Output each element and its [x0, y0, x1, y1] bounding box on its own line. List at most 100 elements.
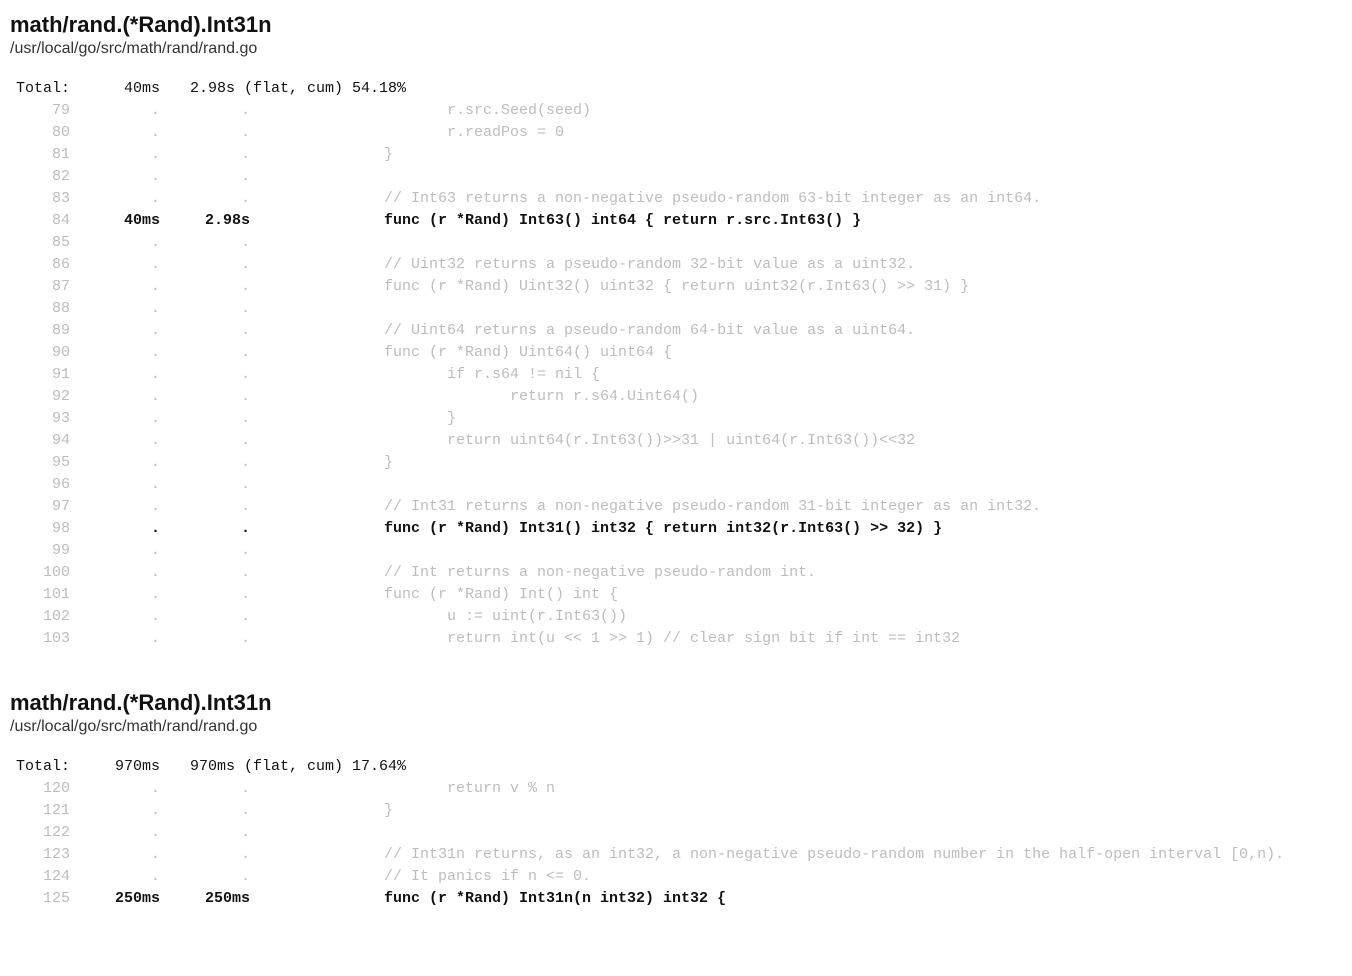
source-code: // Uint32 returns a pseudo-random 32-bit… [250, 254, 915, 276]
source-code: return r.s64.Uint64() [250, 386, 699, 408]
flat-time: 40ms [70, 210, 160, 232]
line-number: 96 [10, 474, 70, 496]
source-code: u := uint(r.Int63()) [250, 606, 627, 628]
source-path: /usr/local/go/src/math/rand/rand.go [10, 40, 1342, 58]
cum-time: . [160, 606, 250, 628]
flat-time: . [70, 606, 160, 628]
line-number: 122 [10, 822, 70, 844]
cum-time: . [160, 778, 250, 800]
source-line: 121.. } [10, 800, 1342, 822]
source-code: // Int31n returns, as an int32, a non-ne… [250, 844, 1284, 866]
source-line: 94.. return uint64(r.Int63())>>31 | uint… [10, 430, 1342, 452]
cum-time: . [160, 822, 250, 844]
source-line: 81.. } [10, 144, 1342, 166]
cum-time: . [160, 584, 250, 606]
source-code: } [250, 408, 456, 430]
total-row: Total:970ms970ms (flat, cum) 17.64% [10, 756, 1342, 778]
cum-time: . [160, 866, 250, 888]
flat-time: . [70, 562, 160, 584]
line-number: 79 [10, 100, 70, 122]
line-number: 92 [10, 386, 70, 408]
source-code: // Int63 returns a non-negative pseudo-r… [250, 188, 1041, 210]
line-number: 101 [10, 584, 70, 606]
line-number: 100 [10, 562, 70, 584]
flat-time: 250ms [70, 888, 160, 910]
total-flat: 970ms [70, 756, 160, 778]
flat-time: . [70, 100, 160, 122]
source-line: 120.. return v % n [10, 778, 1342, 800]
line-number: 91 [10, 364, 70, 386]
source-line: 124.. // It panics if n <= 0. [10, 866, 1342, 888]
cum-time: . [160, 166, 250, 188]
total-row: Total:40ms2.98s (flat, cum) 54.18% [10, 78, 1342, 100]
cum-time: . [160, 452, 250, 474]
line-number: 86 [10, 254, 70, 276]
line-number: 90 [10, 342, 70, 364]
flat-time: . [70, 800, 160, 822]
cum-time: . [160, 188, 250, 210]
source-code: func (r *Rand) Int63() int64 { return r.… [250, 210, 861, 232]
flat-time: . [70, 822, 160, 844]
source-code: if r.s64 != nil { [250, 364, 600, 386]
flat-time: . [70, 298, 160, 320]
line-number: 80 [10, 122, 70, 144]
cum-time: 250ms [160, 888, 250, 910]
line-number: 94 [10, 430, 70, 452]
source-line: 122.. [10, 822, 1342, 844]
source-line: 93.. } [10, 408, 1342, 430]
source-line: 123.. // Int31n returns, as an int32, a … [10, 844, 1342, 866]
source-code: func (r *Rand) Uint32() uint32 { return … [250, 276, 969, 298]
function-title: math/rand.(*Rand).Int31n [10, 690, 1342, 716]
line-number: 98 [10, 518, 70, 540]
flat-time: . [70, 254, 160, 276]
source-line: 92.. return r.s64.Uint64() [10, 386, 1342, 408]
flat-time: . [70, 408, 160, 430]
source-code: func (r *Rand) Uint64() uint64 { [250, 342, 672, 364]
source-code: // Uint64 returns a pseudo-random 64-bit… [250, 320, 915, 342]
function-title: math/rand.(*Rand).Int31n [10, 12, 1342, 38]
source-code: return v % n [250, 778, 555, 800]
line-number: 95 [10, 452, 70, 474]
flat-time: . [70, 452, 160, 474]
source-code: r.src.Seed(seed) [250, 100, 591, 122]
line-number: 124 [10, 866, 70, 888]
pprof-section: math/rand.(*Rand).Int31n/usr/local/go/sr… [10, 690, 1342, 910]
flat-time: . [70, 628, 160, 650]
flat-time: . [70, 778, 160, 800]
line-number: 85 [10, 232, 70, 254]
source-code: return int(u << 1 >> 1) // clear sign bi… [250, 628, 960, 650]
flat-time: . [70, 122, 160, 144]
source-code: } [250, 144, 393, 166]
line-number: 102 [10, 606, 70, 628]
cum-time: . [160, 364, 250, 386]
line-number: 84 [10, 210, 70, 232]
source-code: } [250, 452, 393, 474]
source-code: // It panics if n <= 0. [250, 866, 591, 888]
source-line: 102.. u := uint(r.Int63()) [10, 606, 1342, 628]
source-code: // Int returns a non-negative pseudo-ran… [250, 562, 816, 584]
cum-time: . [160, 386, 250, 408]
line-number: 120 [10, 778, 70, 800]
total-label: Total: [10, 78, 70, 100]
cum-time: . [160, 562, 250, 584]
cum-time: . [160, 800, 250, 822]
cum-time: . [160, 100, 250, 122]
line-number: 88 [10, 298, 70, 320]
line-number: 87 [10, 276, 70, 298]
line-number: 82 [10, 166, 70, 188]
source-line: 96.. [10, 474, 1342, 496]
source-line: 97.. // Int31 returns a non-negative pse… [10, 496, 1342, 518]
cum-time: . [160, 474, 250, 496]
line-number: 93 [10, 408, 70, 430]
source-line: 103.. return int(u << 1 >> 1) // clear s… [10, 628, 1342, 650]
source-listing: Total:970ms970ms (flat, cum) 17.64%120..… [10, 756, 1342, 910]
flat-time: . [70, 364, 160, 386]
flat-time: . [70, 166, 160, 188]
source-line: 87.. func (r *Rand) Uint32() uint32 { re… [10, 276, 1342, 298]
line-number: 89 [10, 320, 70, 342]
source-line: 80.. r.readPos = 0 [10, 122, 1342, 144]
source-line: 85.. [10, 232, 1342, 254]
source-line: 99.. [10, 540, 1342, 562]
source-code: return uint64(r.Int63())>>31 | uint64(r.… [250, 430, 915, 452]
cum-time: . [160, 430, 250, 452]
